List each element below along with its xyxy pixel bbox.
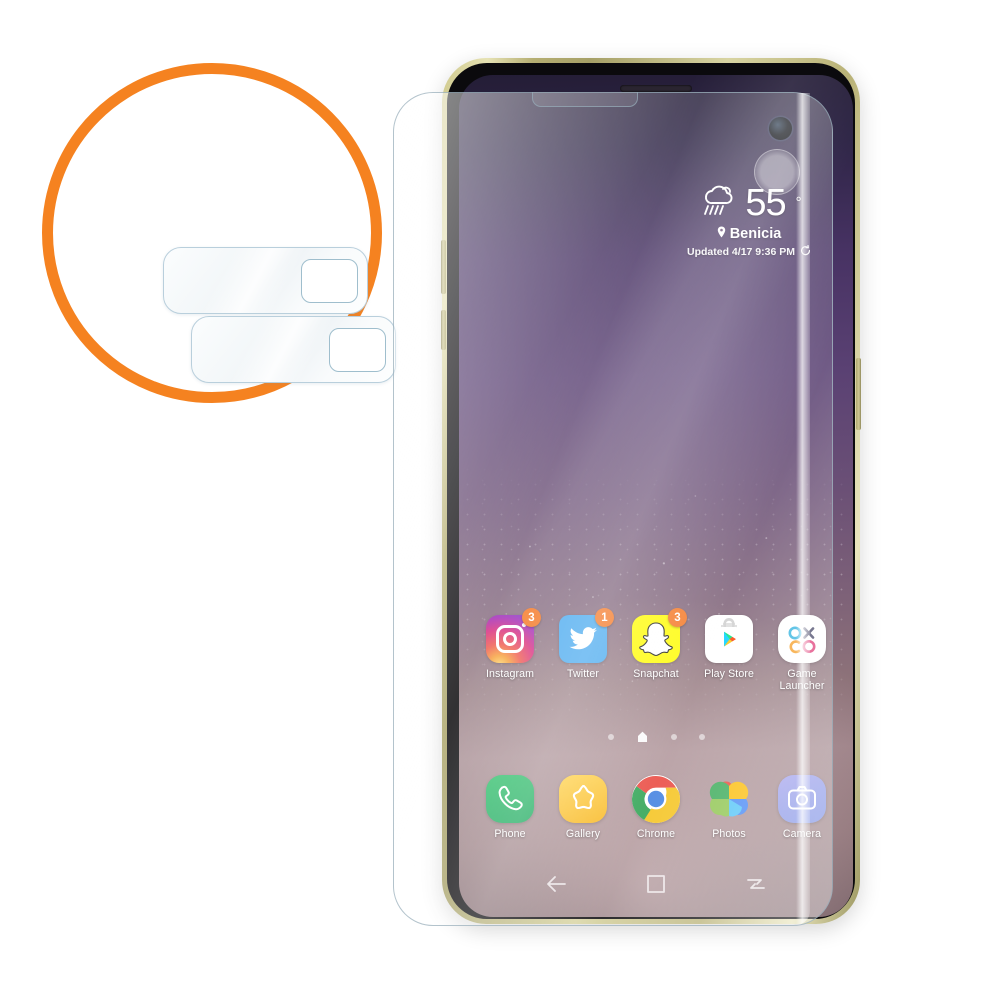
app-label: Instagram (485, 668, 534, 680)
notification-badge: 3 (522, 608, 541, 627)
notification-badge: 1 (595, 608, 614, 627)
page-dot[interactable] (670, 733, 677, 740)
home-apps-row: 3 Instagram 1 Twitter 3 Snapchat Play St… (477, 608, 835, 693)
page-dot[interactable] (607, 733, 614, 740)
glass-protector-badge (42, 63, 396, 403)
phone-bezel: 55 ° Benicia Updated 4/17 9:36 PM 3 Inst… (447, 63, 855, 919)
phone-icon[interactable] (486, 775, 534, 823)
app-label: Gallery (565, 828, 601, 840)
app-label: Photos (712, 828, 746, 840)
weather-widget[interactable]: 55 ° Benicia Updated 4/17 9:36 PM (659, 183, 839, 259)
app-gallery[interactable]: Gallery (550, 775, 616, 841)
dock-row: Phone Gallery Chrome Photos Camera (477, 775, 835, 841)
screen-protector-sheet-top (163, 247, 368, 314)
phone-icon-wrap[interactable] (486, 775, 534, 823)
gallery-icon[interactable] (559, 775, 607, 823)
home-square-icon[interactable] (646, 874, 666, 899)
app-snapchat[interactable]: 3 Snapchat (623, 608, 689, 693)
weather-main-line: 55 ° (659, 183, 839, 222)
app-phone[interactable]: Phone (477, 775, 543, 841)
volume-up-button[interactable] (441, 240, 446, 294)
app-game-launcher[interactable]: Game Launcher (769, 615, 835, 693)
app-camera[interactable]: Camera (769, 775, 835, 841)
app-label: Snapchat (633, 668, 679, 680)
earpiece-speaker (620, 85, 692, 92)
weather-location-name: Benicia (729, 226, 782, 242)
power-button[interactable] (856, 358, 861, 430)
game-launcher-icon[interactable] (778, 615, 826, 663)
app-label: Play Store (704, 668, 754, 680)
chrome-icon[interactable] (632, 775, 680, 823)
photos-icon[interactable] (705, 775, 753, 823)
app-photos[interactable]: Photos (696, 775, 762, 841)
camera-icon-wrap[interactable] (778, 775, 826, 823)
product-scene: 55 ° Benicia Updated 4/17 9:36 PM 3 Inst… (0, 0, 1000, 1000)
app-label: Camera (782, 828, 822, 840)
snapchat-icon-wrap[interactable]: 3 (632, 608, 687, 663)
phone-reflection (442, 918, 860, 1000)
app-instagram[interactable]: 3 Instagram (477, 608, 543, 693)
home-page-icon[interactable] (636, 730, 649, 743)
weather-temperature: 55 (745, 181, 786, 224)
punch-hole-camera (769, 117, 792, 140)
screen-protector-sheet-bottom (191, 316, 396, 383)
chrome-icon-wrap[interactable] (632, 775, 680, 823)
back-arrow-icon[interactable] (545, 874, 567, 899)
navigation-bar (459, 874, 853, 899)
volume-down-button[interactable] (441, 310, 446, 350)
phone-screen: 55 ° Benicia Updated 4/17 9:36 PM 3 Inst… (459, 75, 853, 917)
weather-updated-text: Updated 4/17 9:36 PM (687, 246, 795, 258)
app-twitter[interactable]: 1 Twitter (550, 608, 616, 693)
camera-cutout-icon (301, 259, 358, 303)
twitter-icon-wrap[interactable]: 1 (559, 608, 614, 663)
app-label: Phone (494, 828, 526, 840)
page-dot[interactable] (698, 733, 705, 740)
camera-cutout-icon (329, 328, 386, 372)
instagram-icon-wrap[interactable]: 3 (486, 608, 541, 663)
smartphone: 55 ° Benicia Updated 4/17 9:36 PM 3 Inst… (441, 58, 861, 924)
gallery-icon-wrap[interactable] (559, 775, 607, 823)
game-launcher-icon-wrap[interactable] (778, 615, 826, 663)
rain-cloud-icon (696, 183, 736, 222)
app-label: Chrome (636, 828, 676, 840)
location-pin-icon (717, 226, 726, 242)
app-chrome[interactable]: Chrome (623, 775, 689, 841)
camera-icon[interactable] (778, 775, 826, 823)
photos-icon-wrap[interactable] (705, 775, 753, 823)
recents-icon[interactable] (745, 874, 767, 899)
refresh-icon[interactable] (800, 244, 811, 259)
app-label: Game Launcher (779, 668, 825, 692)
notification-badge: 3 (668, 608, 687, 627)
app-play-store[interactable]: Play Store (696, 615, 762, 693)
weather-degree-symbol: ° (795, 194, 802, 211)
weather-location-line: Benicia (659, 226, 839, 242)
play-store-icon-wrap[interactable] (705, 615, 753, 663)
weather-updated-line: Updated 4/17 9:36 PM (659, 244, 839, 259)
page-indicator[interactable] (459, 730, 853, 743)
play-store-icon[interactable] (705, 615, 753, 663)
app-label: Twitter (567, 668, 599, 680)
